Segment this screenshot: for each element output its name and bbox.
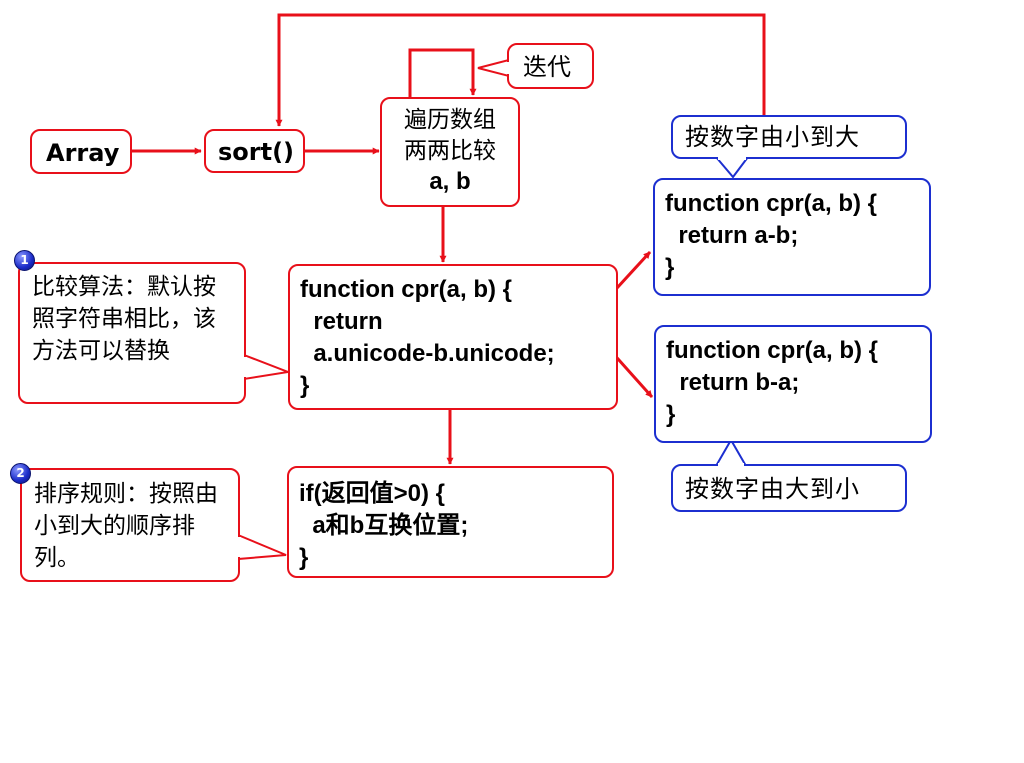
ascending-fn-line-2: return a-b; (665, 222, 799, 249)
array-node: Array (30, 129, 132, 174)
sort-label: sort() (218, 138, 295, 166)
default-fn-line-2: return (300, 308, 383, 335)
array-label: Array (46, 139, 120, 167)
descending-fn: function cpr(a, b) { return b-a; } (654, 325, 932, 443)
ascending-callout-pointer (713, 156, 750, 179)
default-fn-line-4: } (300, 372, 310, 399)
ascending-callout: 按数字由小到大 (671, 115, 907, 159)
descending-text: 按数字由大到小 (685, 475, 860, 503)
note1-callout-pointer (243, 353, 292, 381)
ascending-pointer-joint (718, 154, 746, 160)
swap-rule-box: if(返回值>0) { a和b互换位置; } (287, 466, 614, 578)
note2-badge: 2 (10, 463, 31, 484)
iterate-callout: 迭代 (507, 43, 594, 89)
descending-fn-line-1: function cpr(a, b) { (666, 337, 878, 364)
arrow-iteration-loop (408, 48, 477, 97)
note2-callout: 排序规则：按照由小到大的顺序排列。 (20, 468, 240, 582)
ascending-fn: function cpr(a, b) { return a-b; } (653, 178, 931, 296)
descending-fn-line-3: } (666, 401, 676, 428)
descending-fn-line-2: return b-a; (666, 369, 800, 396)
note2-callout-pointer (237, 533, 287, 561)
default-fn-line-1: function cpr(a, b) { (300, 276, 512, 303)
iterate-text: 迭代 (523, 53, 571, 81)
default-fn-line-3: a.unicode-b.unicode; (300, 340, 555, 367)
note1-pointer-joint (241, 357, 247, 377)
note1-callout: 比较算法：默认按照字符串相比，该方法可以替换 (18, 262, 246, 404)
iterate-pointer-joint (506, 62, 511, 74)
note2-text: 排序规则：按照由小到大的顺序排列。 (34, 481, 218, 571)
traverse-line-3: a, b (429, 168, 471, 195)
traverse-node: 遍历数组 两两比较 a, b (380, 97, 520, 207)
swap-line-2: a和b互换位置; (299, 512, 469, 539)
note1-badge: 1 (14, 250, 35, 271)
descending-pointer-joint (718, 463, 744, 468)
note2-pointer-joint (235, 537, 241, 557)
ascending-fn-line-1: function cpr(a, b) { (665, 190, 877, 217)
ascending-text: 按数字由小到大 (685, 123, 860, 151)
default-compare-fn: function cpr(a, b) { return a.unicode-b.… (288, 264, 618, 410)
descending-callout: 按数字由大到小 (671, 464, 907, 512)
note1-text: 比较算法：默认按照字符串相比，该方法可以替换 (32, 274, 216, 364)
traverse-line-2: 两两比较 (404, 138, 496, 164)
ascending-fn-line-3: } (665, 254, 675, 281)
iterate-callout-pointer (477, 58, 510, 78)
swap-line-3: } (299, 544, 309, 571)
traverse-line-1: 遍历数组 (404, 107, 496, 133)
sort-node: sort() (204, 129, 305, 173)
swap-line-1: if(返回值>0) { (299, 480, 446, 507)
